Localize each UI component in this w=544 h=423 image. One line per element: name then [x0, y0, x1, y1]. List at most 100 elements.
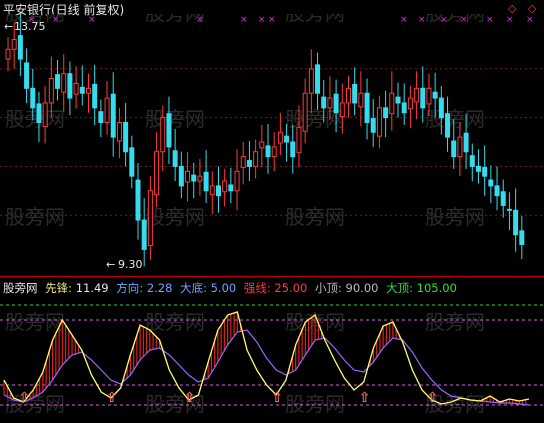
watermark-text: 股旁网 [5, 310, 65, 334]
candle-body [475, 165, 481, 172]
indicator-item: 小顶: 90.00 [315, 281, 378, 295]
indicator-bar: 股旁网 先锋: 11.49 方向: 2.28 大底: 5.00 强线: 25.0… [3, 280, 461, 296]
indicator-label: 强线: [243, 281, 271, 295]
up-arrow-icon: ⇧ [106, 390, 118, 406]
candle-body [315, 64, 321, 94]
candle-body [271, 146, 277, 158]
candle-body [321, 96, 327, 109]
indicator-item: 强线: 25.00 [244, 281, 307, 295]
x-marker-icon: × [88, 15, 96, 25]
x-marker-icon: × [440, 15, 448, 25]
watermark-text: 股旁网 [425, 310, 485, 334]
indicator-label: 先锋: [45, 281, 73, 295]
high-price-label: 13.75 [14, 20, 46, 33]
candle-body [222, 180, 228, 193]
indicator-value: 11.49 [75, 281, 109, 295]
candle-body [253, 151, 259, 167]
candle-body [110, 93, 116, 138]
candle-body [191, 174, 197, 182]
x-marker-icon: × [418, 15, 426, 25]
indicator-name: 股旁网 [3, 281, 38, 295]
candle-body [407, 97, 413, 110]
watermark-text: 股旁网 [5, 107, 65, 131]
candle-body [352, 83, 358, 104]
candle-body [414, 87, 420, 103]
indicator-item: 大顶: 105.00 [386, 281, 457, 295]
low-price-label: 9.30 [118, 258, 143, 271]
candle-body [79, 86, 85, 94]
candle-body [383, 107, 389, 119]
candle-body [160, 117, 166, 153]
up-arrow-icon: ⇧ [427, 390, 439, 406]
watermark-text: 股旁网 [5, 205, 65, 229]
x-marker-icon: × [486, 15, 494, 25]
x-marker-icon: × [400, 15, 408, 25]
candle-body [246, 160, 252, 167]
candle-body [296, 126, 302, 154]
candle-body [116, 121, 122, 142]
watermark-text: 股旁网 [285, 14, 345, 25]
indicator-item: 大底: 5.00 [180, 281, 236, 295]
candle-body [154, 151, 160, 196]
candle-body [457, 136, 463, 158]
indicator-label: 大底: [180, 281, 207, 295]
candle-body [85, 87, 91, 94]
indicator-label: 大顶: [386, 281, 413, 295]
candle-body [215, 185, 221, 197]
indicator-item: 方向: 2.28 [116, 281, 172, 295]
candle-body [17, 35, 23, 60]
watermark-text: 股旁网 [425, 107, 485, 131]
candle-body [420, 87, 426, 109]
watermark-text: 股旁网 [145, 205, 205, 229]
indicator-value: 2.28 [146, 281, 173, 295]
x-marker-icon: × [240, 15, 248, 25]
candle-body [438, 97, 444, 119]
candle-body [259, 141, 265, 149]
candle-body [5, 48, 11, 60]
indicator-item: 先锋: 11.49 [45, 281, 108, 295]
candle-body [172, 150, 178, 167]
candle-body [327, 97, 333, 109]
candle-body [73, 82, 79, 95]
x-marker-icon: × [52, 15, 60, 25]
candle-body [432, 91, 438, 99]
candle-body [463, 132, 469, 153]
candle-body [178, 165, 184, 187]
arrow-icon: ← [106, 258, 115, 271]
candle-body [166, 113, 172, 148]
candle-body [290, 141, 296, 158]
watermark-text: 股旁网 [425, 14, 485, 25]
candle-body [506, 208, 512, 211]
indicator-value: 5.00 [210, 281, 237, 295]
x-marker-icon: × [460, 15, 468, 25]
candle-body [203, 171, 209, 192]
x-marker-icon: × [506, 15, 514, 25]
watermark-text: 股旁网 [5, 392, 65, 416]
indicator-value: 90.00 [345, 281, 379, 295]
indicator-label: 小顶: [315, 281, 342, 295]
candle-body [494, 185, 500, 197]
candle-body [61, 73, 67, 93]
candle-body [358, 92, 364, 108]
candle-body [24, 62, 30, 89]
x-marker-icon: × [196, 15, 204, 25]
candle-body [426, 87, 432, 105]
up-arrow-icon: ⇧ [184, 390, 196, 406]
candle-body [147, 190, 153, 246]
candle-body [500, 191, 506, 206]
candle-body [513, 209, 519, 236]
candle-body [389, 92, 395, 115]
arrow-icon: ← [4, 20, 13, 33]
indicator-value: 25.00 [274, 281, 308, 295]
candle-body [55, 74, 61, 89]
candle-body [98, 111, 104, 123]
candle-body [469, 155, 475, 167]
candle-body [209, 185, 215, 196]
price-chart[interactable]: 股旁网股旁网股旁网股旁网股旁网股旁网股旁网股旁网股旁网股旁网股旁网股旁网 ×××… [0, 14, 544, 276]
candle-body [376, 107, 382, 137]
x-marker-icon: × [526, 15, 534, 25]
candle-body [302, 92, 308, 132]
indicator-value: 105.00 [416, 281, 457, 295]
candle-body [333, 93, 339, 114]
indicator-chart[interactable]: 股旁网 股旁网 股旁网 股旁网股旁网 股旁网 股旁网 股旁网 ⇧ ⇧ ⇧ ⇧ ⇧ ⇧ [0, 296, 544, 423]
